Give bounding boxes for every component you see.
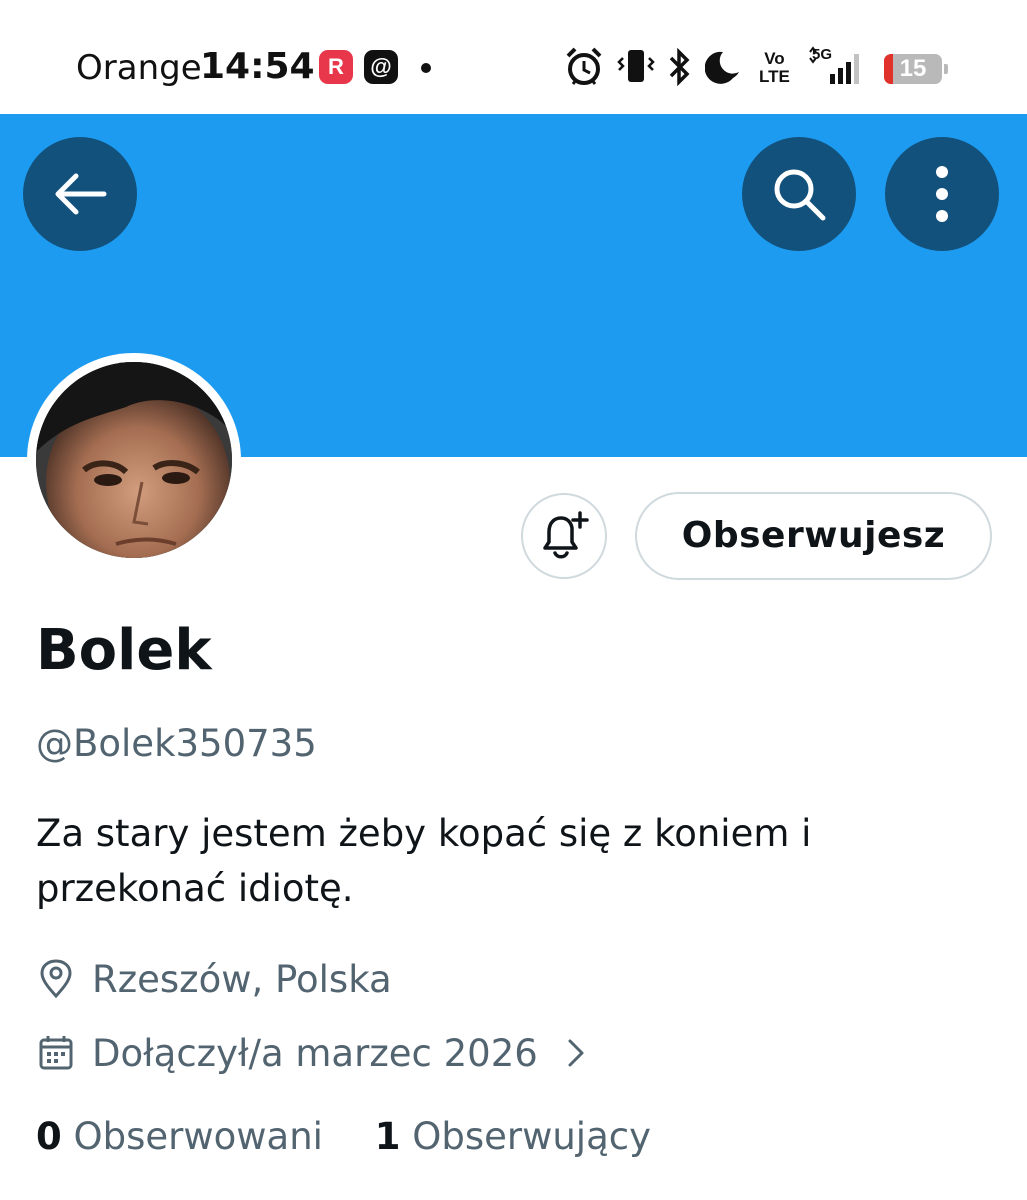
profile-bio: Za stary jestem żeby kopać się z koniem … bbox=[36, 812, 812, 910]
search-icon bbox=[774, 169, 826, 221]
followers-count: 1 bbox=[374, 1115, 401, 1158]
alarm-icon bbox=[566, 47, 602, 85]
following-count: 0 bbox=[36, 1115, 62, 1158]
battery-icon: 15 bbox=[884, 54, 948, 84]
clock: 14:54 bbox=[200, 46, 315, 87]
bell-plus-icon bbox=[543, 511, 589, 559]
rakuten-icon: R bbox=[319, 50, 353, 84]
notifications-button[interactable] bbox=[521, 493, 607, 579]
status-bar: Orange 14:54 R @ Vo LTE 5G 15 bbox=[0, 0, 1027, 114]
avatar-photo bbox=[36, 362, 232, 558]
more-options-button[interactable] bbox=[885, 137, 999, 251]
arrow-left-icon bbox=[55, 173, 107, 215]
location-pin-icon bbox=[40, 959, 72, 999]
search-button[interactable] bbox=[742, 137, 856, 251]
joined-row[interactable]: Dołączył/a marzec 2026 bbox=[36, 1028, 586, 1078]
bluetooth-icon bbox=[669, 47, 690, 87]
do-not-disturb-moon-icon bbox=[705, 51, 739, 84]
followers-label: Obserwujący bbox=[412, 1115, 651, 1158]
notification-dot-icon bbox=[421, 63, 431, 73]
calendar-icon bbox=[39, 1036, 73, 1070]
follow-stats: 0 Obserwowani 1 Obserwujący bbox=[36, 1115, 651, 1158]
username-handle: @Bolek350735 bbox=[36, 722, 317, 765]
vibrate-icon bbox=[617, 50, 655, 82]
signal-strength-icon bbox=[809, 46, 859, 84]
joined-date-text: Dołączył/a marzec 2026 bbox=[92, 1031, 538, 1075]
following-label: Obserwowani bbox=[73, 1115, 323, 1158]
following-stat[interactable]: 0 Obserwowani bbox=[36, 1115, 323, 1158]
back-button[interactable] bbox=[23, 137, 137, 251]
battery-level: 15 bbox=[899, 55, 927, 82]
more-vertical-icon bbox=[936, 166, 948, 222]
location-text: Rzeszów, Polska bbox=[92, 957, 392, 1001]
display-name: Bolek bbox=[36, 618, 212, 683]
followers-stat[interactable]: 1 Obserwujący bbox=[375, 1115, 651, 1158]
chevron-right-icon bbox=[568, 1039, 584, 1067]
following-button[interactable]: Obserwujesz bbox=[635, 492, 992, 580]
carrier-label: Orange bbox=[76, 48, 202, 88]
volte-indicator: Vo LTE bbox=[759, 49, 790, 86]
threads-icon: @ bbox=[364, 50, 398, 84]
location-row: Rzeszów, Polska bbox=[36, 954, 392, 1004]
avatar[interactable] bbox=[27, 353, 241, 567]
